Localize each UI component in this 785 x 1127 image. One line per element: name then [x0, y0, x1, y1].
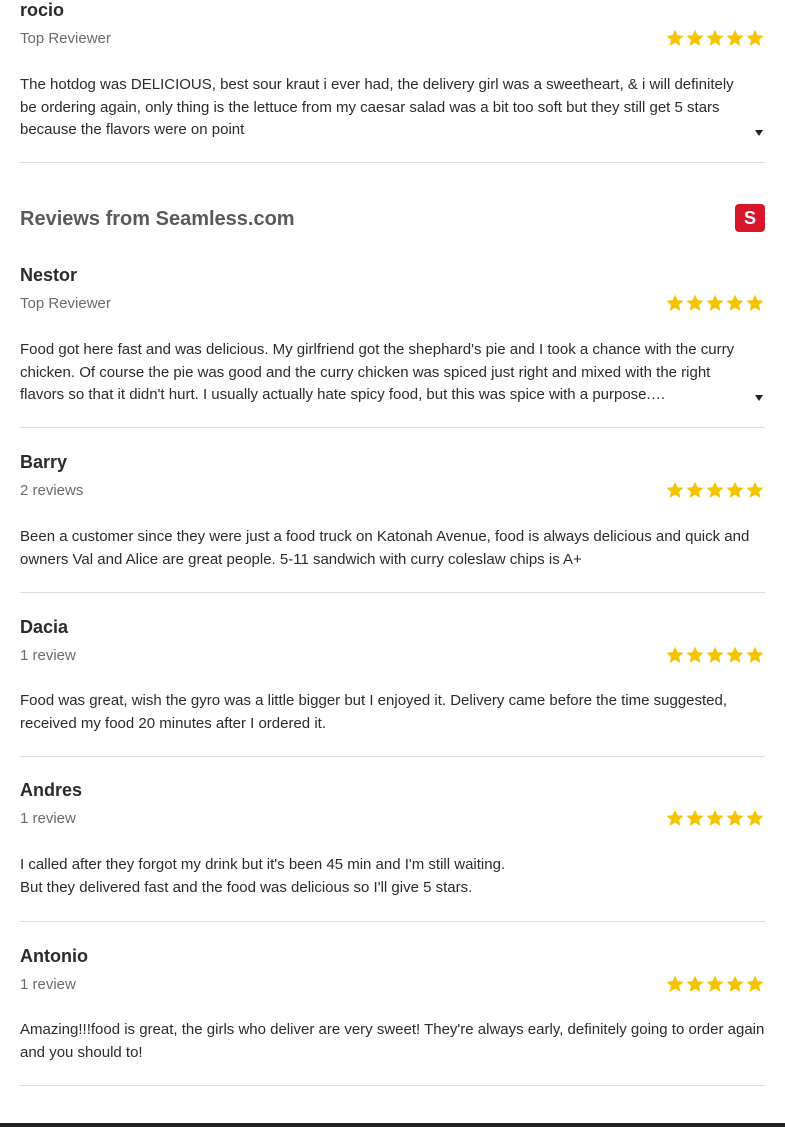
star-icon	[706, 809, 724, 826]
bottom-bar	[0, 1123, 785, 1127]
star-icon	[726, 29, 744, 46]
reviewer-subtitle: 1 review	[20, 976, 76, 993]
section-title: Reviews from Seamless.com	[20, 208, 295, 230]
seamless-logo-icon: S	[735, 204, 765, 232]
reviewer-name: Nestor	[20, 265, 78, 285]
star-icon	[686, 481, 704, 498]
reviewer-subtitle: Top Reviewer	[20, 30, 111, 47]
review-text: Been a customer since they were just a f…	[20, 528, 750, 568]
review-text-line: I called after they forgot my drink but …	[20, 856, 506, 873]
star-icon	[726, 646, 744, 663]
star-icon	[666, 294, 684, 311]
review-card: Nestor Top Reviewer Food got here fast a…	[20, 233, 765, 428]
seamless-section-header: Reviews from Seamless.com S	[20, 163, 765, 233]
star-icon	[746, 481, 764, 498]
star-icon	[726, 481, 744, 498]
reviewer-subtitle: 1 review	[20, 810, 76, 827]
star-icon	[686, 29, 704, 46]
review-text: The hotdog was DELICIOUS, best sour krau…	[20, 76, 734, 138]
review-text: Amazing!!!food is great, the girls who d…	[20, 1021, 765, 1061]
star-icon	[706, 294, 724, 311]
reviewer-subtitle: 2 reviews	[20, 482, 84, 499]
star-icon	[726, 975, 744, 992]
star-icon	[746, 646, 764, 663]
star-rating	[665, 480, 765, 500]
star-icon	[666, 975, 684, 992]
review-text: Food was great, wish the gyro was a litt…	[20, 692, 728, 732]
star-rating	[665, 293, 765, 313]
review-card: Antonio 1 review Amazing!!!food is great…	[20, 922, 765, 1086]
star-rating	[665, 645, 765, 665]
star-icon	[726, 809, 744, 826]
review-text: I called after they forgot my drink but …	[20, 854, 765, 899]
star-icon	[686, 294, 704, 311]
star-icon	[746, 975, 764, 992]
star-icon	[666, 809, 684, 826]
reviewer-name: Barry	[20, 452, 68, 472]
review-card: Dacia 1 review Food was great, wish the …	[20, 593, 765, 757]
star-icon	[706, 646, 724, 663]
review-card: Barry 2 reviews Been a customer since th…	[20, 428, 765, 593]
review-card: Andres 1 review I called after they forg…	[20, 757, 765, 922]
star-icon	[686, 646, 704, 663]
caret-down-icon[interactable]	[755, 395, 763, 401]
star-rating	[665, 808, 765, 828]
review-text: Food got here fast and was delicious. My…	[20, 341, 735, 403]
reviewer-subtitle: 1 review	[20, 647, 76, 664]
reviewer-name: rocio	[20, 0, 65, 20]
review-card: rocio Top Reviewer The hotdog was DELICI…	[20, 0, 765, 163]
star-icon	[666, 481, 684, 498]
star-icon	[706, 29, 724, 46]
star-icon	[746, 809, 764, 826]
star-rating	[665, 28, 765, 48]
reviewer-name: Antonio	[20, 946, 88, 966]
reviewer-subtitle: Top Reviewer	[20, 295, 111, 312]
reviewer-name: Andres	[20, 780, 83, 800]
review-text-line: But they delivered fast and the food was…	[20, 878, 473, 896]
star-icon	[686, 809, 704, 826]
star-icon	[746, 29, 764, 46]
caret-down-icon[interactable]	[755, 130, 763, 136]
star-icon	[666, 646, 684, 663]
reviewer-name: Dacia	[20, 617, 69, 637]
star-icon	[666, 29, 684, 46]
star-rating	[665, 974, 765, 994]
star-icon	[706, 481, 724, 498]
star-icon	[686, 975, 704, 992]
star-icon	[746, 294, 764, 311]
star-icon	[726, 294, 744, 311]
star-icon	[706, 975, 724, 992]
